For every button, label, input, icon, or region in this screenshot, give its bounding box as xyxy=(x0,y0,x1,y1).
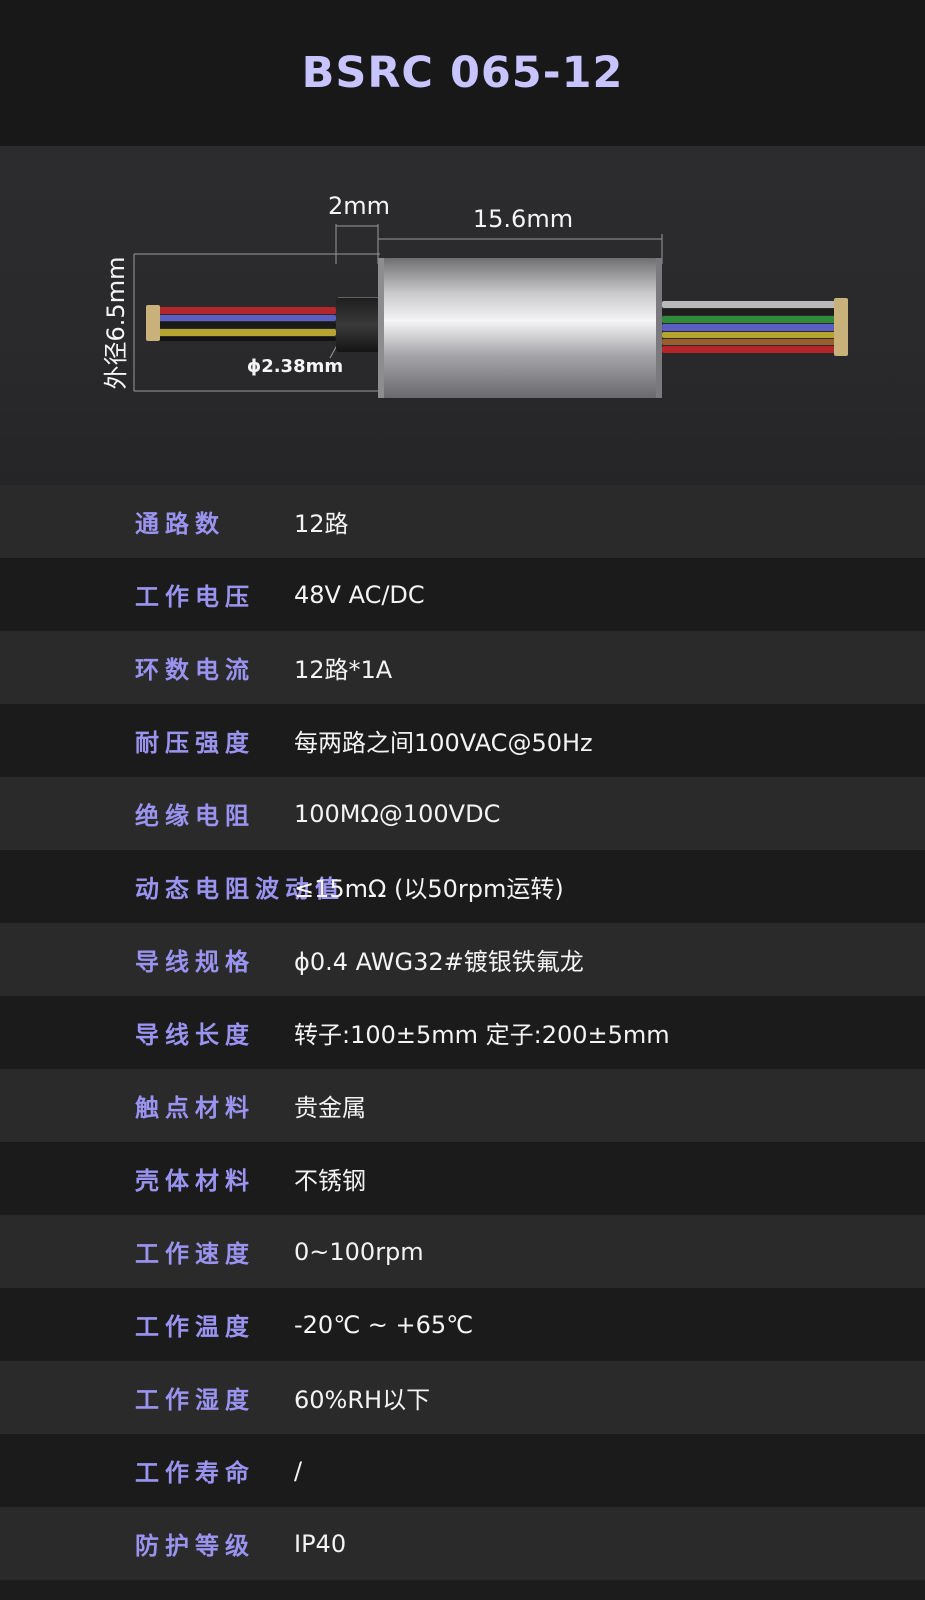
spec-value: 12路*1A xyxy=(294,656,393,684)
spec-row: 壳体材料 不锈钢 xyxy=(0,1142,925,1215)
spec-value: IP40 xyxy=(294,1529,347,1558)
spec-label: 绝缘电阻 xyxy=(135,802,255,830)
spec-label: 导线规格 xyxy=(135,948,255,976)
spec-value: 48V AC/DC xyxy=(294,580,425,609)
spec-label: 工作速度 xyxy=(135,1240,255,1268)
slip-ring-diagram: 2mm 15.6mm 外径6.5mm ϕ2.38mm xyxy=(102,192,848,398)
spec-value: 0~100rpm xyxy=(294,1237,424,1266)
spec-value: ≤15mΩ (以50rpm运转) xyxy=(294,875,564,903)
spec-value: -20℃ ~ +65℃ xyxy=(294,1310,474,1339)
spec-label: 工作温度 xyxy=(135,1313,255,1341)
stator-wires xyxy=(662,298,848,356)
spec-row: 工作速度 0~100rpm xyxy=(0,1215,925,1288)
spec-value: 转子:100±5mm 定子:200±5mm xyxy=(294,1021,670,1049)
spec-label: 导线长度 xyxy=(135,1021,255,1049)
shaft-cap xyxy=(336,298,380,352)
spec-row: 耐压强度 每两路之间100VAC@50Hz xyxy=(0,704,925,777)
spec-label: 触点材料 xyxy=(135,1094,255,1122)
spec-value: 60%RH以下 xyxy=(294,1386,431,1414)
spec-value: ϕ0.4 AWG32#镀银铁氟龙 xyxy=(294,948,584,976)
spec-value: / xyxy=(294,1456,303,1485)
housing-body xyxy=(378,258,662,398)
spec-label: 环数电流 xyxy=(135,656,255,684)
spec-table: 通路数 12路 工作电压 48V AC/DC 环数电流 12路*1A 耐压强度 … xyxy=(0,485,925,1580)
dim-shaft-label: ϕ2.38mm xyxy=(247,356,343,377)
spec-value: 100MΩ@100VDC xyxy=(294,799,501,828)
spec-row: 通路数 12路 xyxy=(0,485,925,558)
spec-value: 每两路之间100VAC@50Hz xyxy=(294,729,593,757)
spec-label: 工作电压 xyxy=(135,583,255,611)
page-title: BSRC 065-12 xyxy=(301,48,624,98)
spec-label: 壳体材料 xyxy=(135,1167,255,1195)
spec-label: 防护等级 xyxy=(135,1532,255,1560)
spec-row: 工作电压 48V AC/DC xyxy=(0,558,925,631)
product-drawing: 2mm 15.6mm 外径6.5mm ϕ2.38mm xyxy=(0,146,925,485)
spec-row: 导线规格 ϕ0.4 AWG32#镀银铁氟龙 xyxy=(0,923,925,996)
dim-diameter-label: 外径6.5mm xyxy=(102,257,130,390)
spec-row: 防护等级 IP40 xyxy=(0,1507,925,1580)
spec-label: 耐压强度 xyxy=(135,729,255,757)
spec-value: 不锈钢 xyxy=(294,1167,366,1195)
spec-row: 工作湿度 60%RH以下 xyxy=(0,1361,925,1434)
spec-row: 绝缘电阻 100MΩ@100VDC xyxy=(0,777,925,850)
spec-label: 工作寿命 xyxy=(135,1459,255,1487)
rotor-wires xyxy=(146,305,336,341)
spec-row: 环数电流 12路*1A xyxy=(0,631,925,704)
spec-value: 贵金属 xyxy=(294,1094,366,1122)
spec-row: 动态电阻波动值 ≤15mΩ (以50rpm运转) xyxy=(0,850,925,923)
spec-label: 动态电阻波动值 xyxy=(135,875,345,903)
dim-shoulder-label: 2mm xyxy=(328,192,390,220)
spec-row: 工作寿命 / xyxy=(0,1434,925,1507)
spec-row: 导线长度 转子:100±5mm 定子:200±5mm xyxy=(0,996,925,1069)
spec-row: 工作温度 -20℃ ~ +65℃ xyxy=(0,1288,925,1361)
spec-label: 通路数 xyxy=(135,510,225,538)
spec-row: 触点材料 贵金属 xyxy=(0,1069,925,1142)
dim-length-label: 15.6mm xyxy=(473,205,573,233)
header: BSRC 065-12 xyxy=(0,0,925,146)
spec-value: 12路 xyxy=(294,510,349,538)
spec-label: 工作湿度 xyxy=(135,1386,255,1414)
